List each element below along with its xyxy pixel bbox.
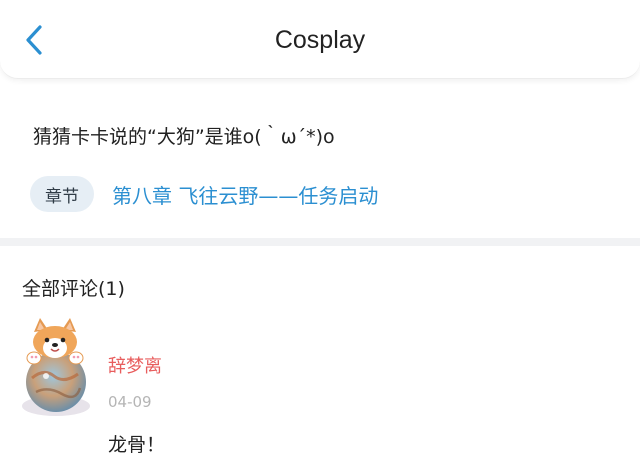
comment-date: 04-09 [108,393,152,411]
comments-heading: 全部评论(1) [22,278,125,300]
page: Cosplay 猜猜卡卡说的“大狗”是谁o(｀ω´*)o 章节 第八章 飞往云野… [0,0,640,471]
page-title: Cosplay [274,26,366,54]
header-bar: Cosplay [0,0,640,79]
chapter-link[interactable]: 第八章 飞往云野——任务启动 [112,180,378,209]
comment-text: 龙骨！ [108,434,166,456]
avatar[interactable] [18,316,92,420]
post-question: 猜猜卡卡说的“大狗”是谁o(｀ω´*)o [33,126,335,148]
chapter-row: 章节 第八章 飞往云野——任务启动 [30,176,378,212]
comment-username[interactable]: 辞梦离 [108,352,162,378]
chapter-tag: 章节 [30,176,94,212]
section-divider [0,238,640,246]
corgi-avatar-icon [22,318,90,416]
